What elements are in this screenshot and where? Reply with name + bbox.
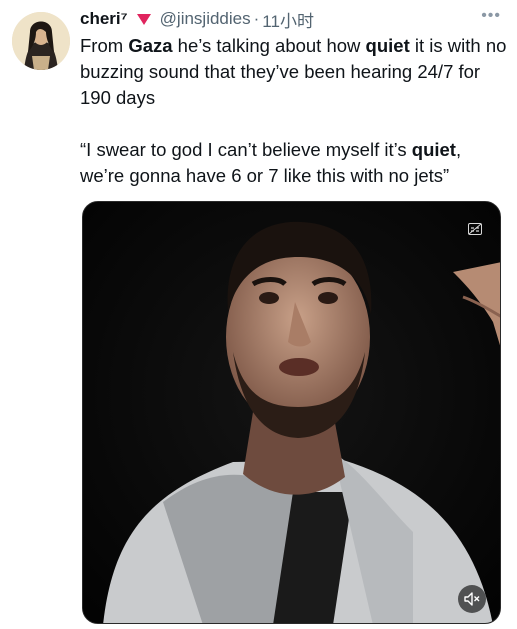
more-options-icon[interactable]: ••• — [481, 7, 501, 25]
bold-gaza: Gaza — [128, 35, 173, 56]
tweet-timestamp[interactable]: 11小时 — [262, 7, 314, 32]
video-frame — [83, 202, 500, 623]
tweet-header: cheri⁷ @jinsjiddies · 11小时 — [80, 7, 505, 31]
bold-quiet-2: quiet — [411, 139, 456, 160]
bold-quiet: quiet — [365, 35, 410, 56]
author-handle[interactable]: @jinsjiddies — [160, 9, 251, 29]
captions-off-icon[interactable] — [468, 222, 482, 235]
muted-speaker-icon[interactable] — [458, 585, 486, 613]
author-name[interactable]: cheri⁷ — [80, 9, 128, 29]
red-triangle-icon — [136, 11, 152, 27]
separator-dot: · — [253, 9, 260, 28]
tweet-paragraph-1: From Gaza he’s talking about how quiet i… — [80, 35, 507, 108]
tweet-text: From Gaza he’s talking about how quiet i… — [80, 33, 510, 189]
author-avatar[interactable] — [12, 12, 70, 70]
video-player[interactable] — [82, 201, 501, 624]
tweet-paragraph-2: “I swear to god I can’t believe myself i… — [80, 139, 462, 186]
